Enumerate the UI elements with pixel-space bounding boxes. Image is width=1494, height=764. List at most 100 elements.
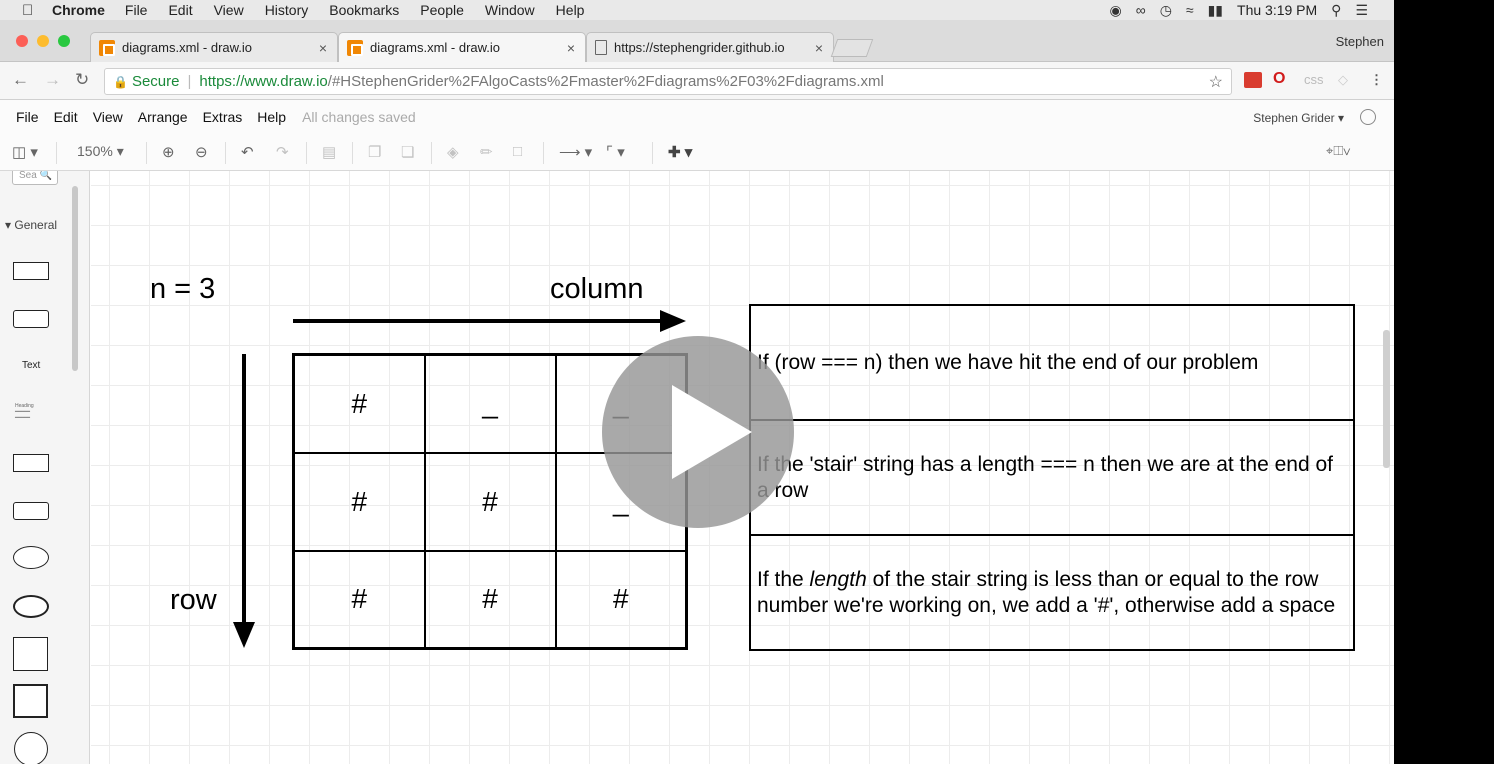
shape-square[interactable]: [13, 637, 48, 671]
to-back-icon[interactable]: ❏: [401, 143, 414, 161]
glasses-icon[interactable]: ∞: [1136, 2, 1146, 18]
shape-search-input[interactable]: Sea 🔍: [12, 171, 58, 185]
drawio-user-menu[interactable]: Stephen Grider ▾: [1253, 111, 1344, 125]
shape-ellipse-2[interactable]: [13, 595, 49, 618]
column-label[interactable]: column: [550, 273, 644, 306]
menu-help[interactable]: Help: [556, 2, 585, 18]
menu-people[interactable]: People: [420, 2, 464, 18]
menu-app-name[interactable]: Chrome: [52, 2, 105, 18]
insert-plus-icon[interactable]: ✚ ▾: [668, 143, 692, 161]
language-globe-icon[interactable]: [1360, 109, 1376, 125]
grid-cell[interactable]: #: [292, 451, 426, 552]
record-icon[interactable]: ◉: [1109, 2, 1121, 19]
shape-square-2[interactable]: [13, 684, 48, 718]
delete-icon[interactable]: ▤: [322, 143, 336, 161]
bookmark-star-icon[interactable]: ☆: [1209, 72, 1223, 92]
drawio-menu-extras[interactable]: Extras: [203, 109, 243, 125]
secure-label: Secure: [131, 73, 180, 90]
profile-button[interactable]: Stephen: [1336, 34, 1384, 49]
clock[interactable]: Thu 3:19 PM: [1237, 2, 1317, 18]
battery-icon[interactable]: ▮▮: [1208, 2, 1223, 19]
undo-icon[interactable]: ↶: [241, 143, 254, 161]
waypoints-icon[interactable]: ⌜ ▾: [606, 143, 625, 161]
grid-cell[interactable]: _: [423, 353, 557, 454]
menu-edit[interactable]: Edit: [168, 2, 192, 18]
format-panel-icon[interactable]: ◫ ▾: [12, 143, 38, 161]
tab-close-icon[interactable]: ×: [567, 40, 575, 56]
grid-cell[interactable]: #: [292, 549, 426, 650]
shape-rounded-rectangle[interactable]: [13, 310, 49, 328]
shape-heading[interactable]: Heading ━━━━━ ━━━━━: [15, 403, 47, 421]
tab-close-icon[interactable]: ×: [319, 40, 327, 56]
tab-title: diagrams.xml - draw.io: [370, 40, 501, 55]
spotlight-search-icon[interactable]: ⚲: [1331, 2, 1341, 19]
tab-drawio-2[interactable]: diagrams.xml - draw.io ×: [338, 32, 586, 62]
shape-circle[interactable]: [14, 732, 48, 764]
extension-lastpass-icon[interactable]: [1244, 72, 1262, 88]
apple-icon[interactable]: : [22, 2, 38, 19]
rule-cell-2[interactable]: If the 'stair' string has a length === n…: [749, 419, 1355, 536]
rule-cell-3[interactable]: If the length of the stair string is les…: [749, 534, 1355, 651]
grid-cell[interactable]: #: [292, 353, 426, 454]
time-machine-icon[interactable]: ◷: [1160, 2, 1172, 19]
grid-cell[interactable]: #: [423, 451, 557, 552]
lock-icon[interactable]: 🔒: [113, 75, 128, 89]
minimize-window-button[interactable]: [37, 35, 49, 47]
notification-center-icon[interactable]: ☰: [1355, 2, 1368, 19]
menu-window[interactable]: Window: [485, 2, 535, 18]
zoom-out-icon[interactable]: ⊖: [195, 143, 208, 161]
grid-cell[interactable]: #: [554, 549, 688, 650]
drawio-menu-arrange[interactable]: Arrange: [138, 109, 188, 125]
redo-icon[interactable]: ↷: [276, 143, 289, 161]
menu-history[interactable]: History: [265, 2, 309, 18]
shape-rectangle-2[interactable]: [13, 454, 49, 472]
zoom-window-button[interactable]: [58, 35, 70, 47]
row-label[interactable]: row: [170, 584, 217, 617]
chrome-menu-icon[interactable]: ⋮: [1370, 72, 1383, 88]
shape-rounded-rectangle-2[interactable]: [13, 502, 49, 520]
n-equals-label[interactable]: n = 3: [150, 273, 215, 306]
url-omnibox[interactable]: 🔒 Secure | https://www.draw.io /#HStephe…: [104, 68, 1232, 95]
rule-cell-1[interactable]: If (row === n) then we have hit the end …: [749, 304, 1355, 421]
mac-menubar:  Chrome File Edit View History Bookmark…: [0, 0, 1394, 20]
shape-text[interactable]: Text: [22, 360, 40, 371]
drawio-menu-edit[interactable]: Edit: [54, 109, 78, 125]
sidebar-scrollbar[interactable]: [72, 186, 78, 371]
opera-extension-icon[interactable]: O: [1273, 70, 1285, 88]
connection-icon[interactable]: ⟶ ▾: [559, 143, 592, 161]
fill-color-icon[interactable]: ◈: [447, 143, 459, 161]
extension-icon[interactable]: ◇: [1338, 72, 1348, 88]
tab-drawio-1[interactable]: diagrams.xml - draw.io ×: [90, 32, 338, 62]
shape-rectangle[interactable]: [13, 262, 49, 280]
tab-close-icon[interactable]: ×: [815, 40, 823, 56]
menu-file[interactable]: File: [125, 2, 148, 18]
drawio-menu-file[interactable]: File: [16, 109, 39, 125]
menu-view[interactable]: View: [214, 2, 244, 18]
fullscreen-icon[interactable]: ⌖◫∨: [1326, 143, 1351, 159]
close-window-button[interactable]: [16, 35, 28, 47]
section-general[interactable]: ▾ General: [5, 218, 57, 232]
forward-arrow-icon[interactable]: →: [44, 70, 61, 90]
grid-cell[interactable]: #: [423, 549, 557, 650]
rules-table[interactable]: If (row === n) then we have hit the end …: [749, 304, 1355, 651]
new-tab-button[interactable]: [830, 39, 874, 57]
video-play-button[interactable]: [602, 336, 794, 528]
shape-ellipse[interactable]: [13, 546, 49, 569]
toolbar-separator: [306, 142, 307, 164]
zoom-dropdown[interactable]: 150% ▾: [77, 143, 124, 160]
toolbar-separator: [543, 142, 544, 164]
reload-icon[interactable]: ↻: [75, 70, 89, 90]
shadow-icon[interactable]: □: [513, 143, 522, 160]
tab-github[interactable]: https://stephengrider.github.io ×: [586, 32, 834, 62]
line-color-icon[interactable]: ✏: [480, 143, 493, 161]
drawio-menu-view[interactable]: View: [93, 109, 123, 125]
drawio-menu-help[interactable]: Help: [257, 109, 286, 125]
canvas-scrollbar[interactable]: [1383, 330, 1390, 468]
wifi-icon[interactable]: ≈: [1186, 2, 1194, 18]
back-arrow-icon[interactable]: ←: [12, 70, 29, 90]
menu-bookmarks[interactable]: Bookmarks: [329, 2, 399, 18]
screen:  Chrome File Edit View History Bookmark…: [0, 0, 1394, 764]
to-front-icon[interactable]: ❐: [368, 143, 381, 161]
zoom-in-icon[interactable]: ⊕: [162, 143, 175, 161]
css-extension-icon[interactable]: css: [1304, 72, 1324, 87]
